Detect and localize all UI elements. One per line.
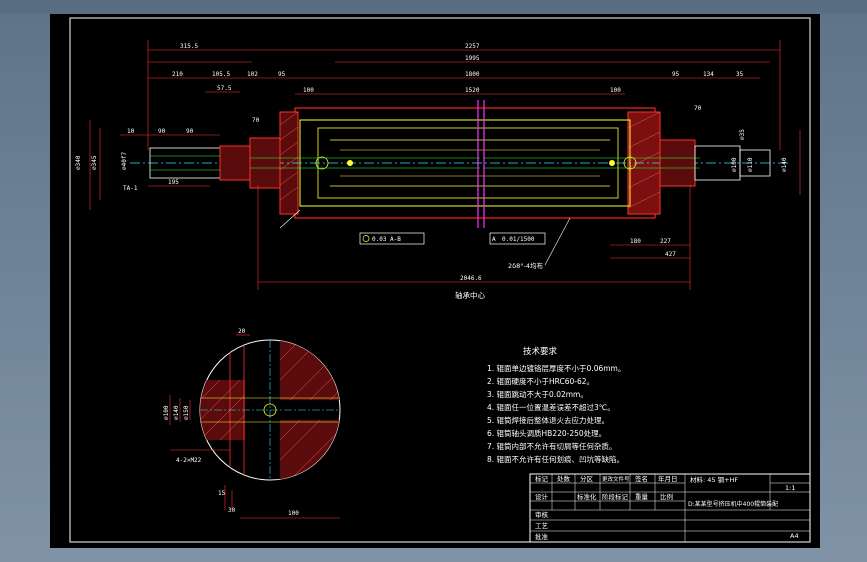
tb-row2-cell: 审核: [535, 510, 549, 519]
dim-dia-345: ⌀345: [91, 155, 98, 170]
tech-req-item: 6. 辊筒轴头调质HB220-250处理。: [487, 428, 606, 438]
dim-dia-100: ⌀100: [731, 157, 738, 172]
dim-dia-40: ⌀40f7: [121, 152, 128, 170]
dim-dia-35: ⌀35: [739, 129, 746, 140]
tb-sheet: A4: [790, 532, 799, 540]
weld-note: 2δ8°-4均布: [508, 261, 543, 270]
tb-row-cell: 阶段标记: [602, 492, 629, 501]
tb-row-cell: 标准化: [577, 492, 597, 501]
tb-header-cell: 分区: [580, 474, 594, 483]
dim-70-right: 70: [694, 105, 702, 112]
dim-315: 315.5: [180, 43, 198, 50]
sec-thread-note: 4-2×M22: [176, 457, 202, 464]
tech-req-item: 4. 辊面任一位置温差误差不超过3℃。: [487, 402, 615, 412]
tb-header-cell: 签名: [635, 474, 648, 483]
cad-drawing-canvas: 0.03 A-B A 0.01/1500 2257 1995 1800 1520…: [0, 0, 867, 548]
sec-dim-15: 15: [218, 490, 226, 497]
dim-180: 180: [630, 238, 641, 245]
tb-material: 材料: 45 钢+HF: [690, 475, 738, 484]
tb-row2-cell: 批准: [535, 532, 549, 541]
tech-req-item: 7. 辊筒内部不允许有切屑等任何杂质。: [487, 441, 617, 451]
tb-row-cell: 重量: [635, 493, 649, 501]
tb-row-cell: 设计: [535, 492, 549, 501]
dim-90b: 90: [186, 128, 194, 135]
dim-dia-340: ⌀340: [75, 155, 82, 170]
tb-row2-cell: 工艺: [535, 522, 549, 530]
dim-134: 134: [703, 71, 714, 78]
dim-100-right: 100: [610, 87, 621, 94]
dim-35: 35: [736, 71, 744, 78]
dim-inner-length: 1520: [465, 87, 480, 94]
dim-105: 105.5: [212, 71, 230, 78]
viewport-header: [0, 0, 867, 14]
sec-dim-30: 30: [228, 507, 236, 514]
tech-req-item: 5. 辊筒焊接后整体退火去应力处理。: [487, 415, 609, 425]
tb-row-cell: 比例: [660, 492, 673, 501]
dim-dia-110: ⌀110: [747, 157, 754, 172]
dim-195: 195: [168, 179, 179, 186]
dim-95-right: 95: [672, 71, 680, 78]
dim-2046: 2046.6: [460, 275, 482, 282]
sec-dim-100b: 100: [288, 510, 299, 517]
tb-drawing-title: D:某某型号挤压机中400辊筒装配: [688, 500, 778, 508]
dim-overall-length: 2257: [465, 43, 480, 50]
sec-dim-150: ⌀150: [183, 405, 190, 420]
dim-427: 427: [665, 251, 676, 258]
dim-102: 102: [247, 71, 258, 78]
tolerance-ref: A: [492, 236, 496, 243]
tech-requirements: 技术要求 1. 辊面单边镀铬层厚度不小于0.06mm。 2. 辊面硬度不小于HR…: [487, 346, 625, 464]
dim-body-length: 1995: [465, 55, 480, 62]
dim-ta1: TA-1: [123, 185, 138, 192]
centerline-label: 轴承中心: [455, 290, 485, 300]
tb-header-cell: 处数: [557, 474, 571, 483]
tb-header-cell: 更改文件号: [602, 475, 630, 483]
tech-req-title: 技术要求: [523, 346, 558, 357]
tolerance-text-1: 0.03 A-B: [372, 236, 401, 243]
dim-100-left: 100: [303, 87, 314, 94]
tb-header-cell: 年月日: [658, 474, 678, 483]
sec-dim-20: 20: [238, 328, 246, 335]
tb-scale: 1:1: [785, 484, 795, 492]
tb-header-cell: 标记: [535, 474, 549, 483]
dim-95-left: 95: [278, 71, 286, 78]
dim-90a: 90: [158, 128, 166, 135]
dim-face-length: 1800: [465, 71, 480, 78]
tech-req-item: 1. 辊面单边镀铬层厚度不小于0.06mm。: [487, 363, 625, 373]
tolerance-text-2: 0.01/1500: [502, 236, 535, 243]
dim-57: 57.5: [217, 85, 232, 92]
sec-dim-100: ⌀100: [163, 405, 170, 420]
dim-dia-140: ⌀140: [781, 157, 788, 172]
dim-227: 227: [660, 238, 671, 245]
tech-req-item: 2. 辊面硬度不小于HRC60-62。: [487, 376, 594, 386]
dim-210: 210: [172, 71, 183, 78]
tech-req-item: 8. 辊面不允许有任何划痕、凹坑等缺陷。: [487, 454, 624, 464]
dim-10: 10: [127, 128, 135, 135]
sec-dim-140: ⌀140: [173, 405, 180, 420]
tech-req-item: 3. 辊面跳动不大于0.02mm。: [487, 389, 588, 399]
dim-70-left: 70: [252, 117, 260, 124]
